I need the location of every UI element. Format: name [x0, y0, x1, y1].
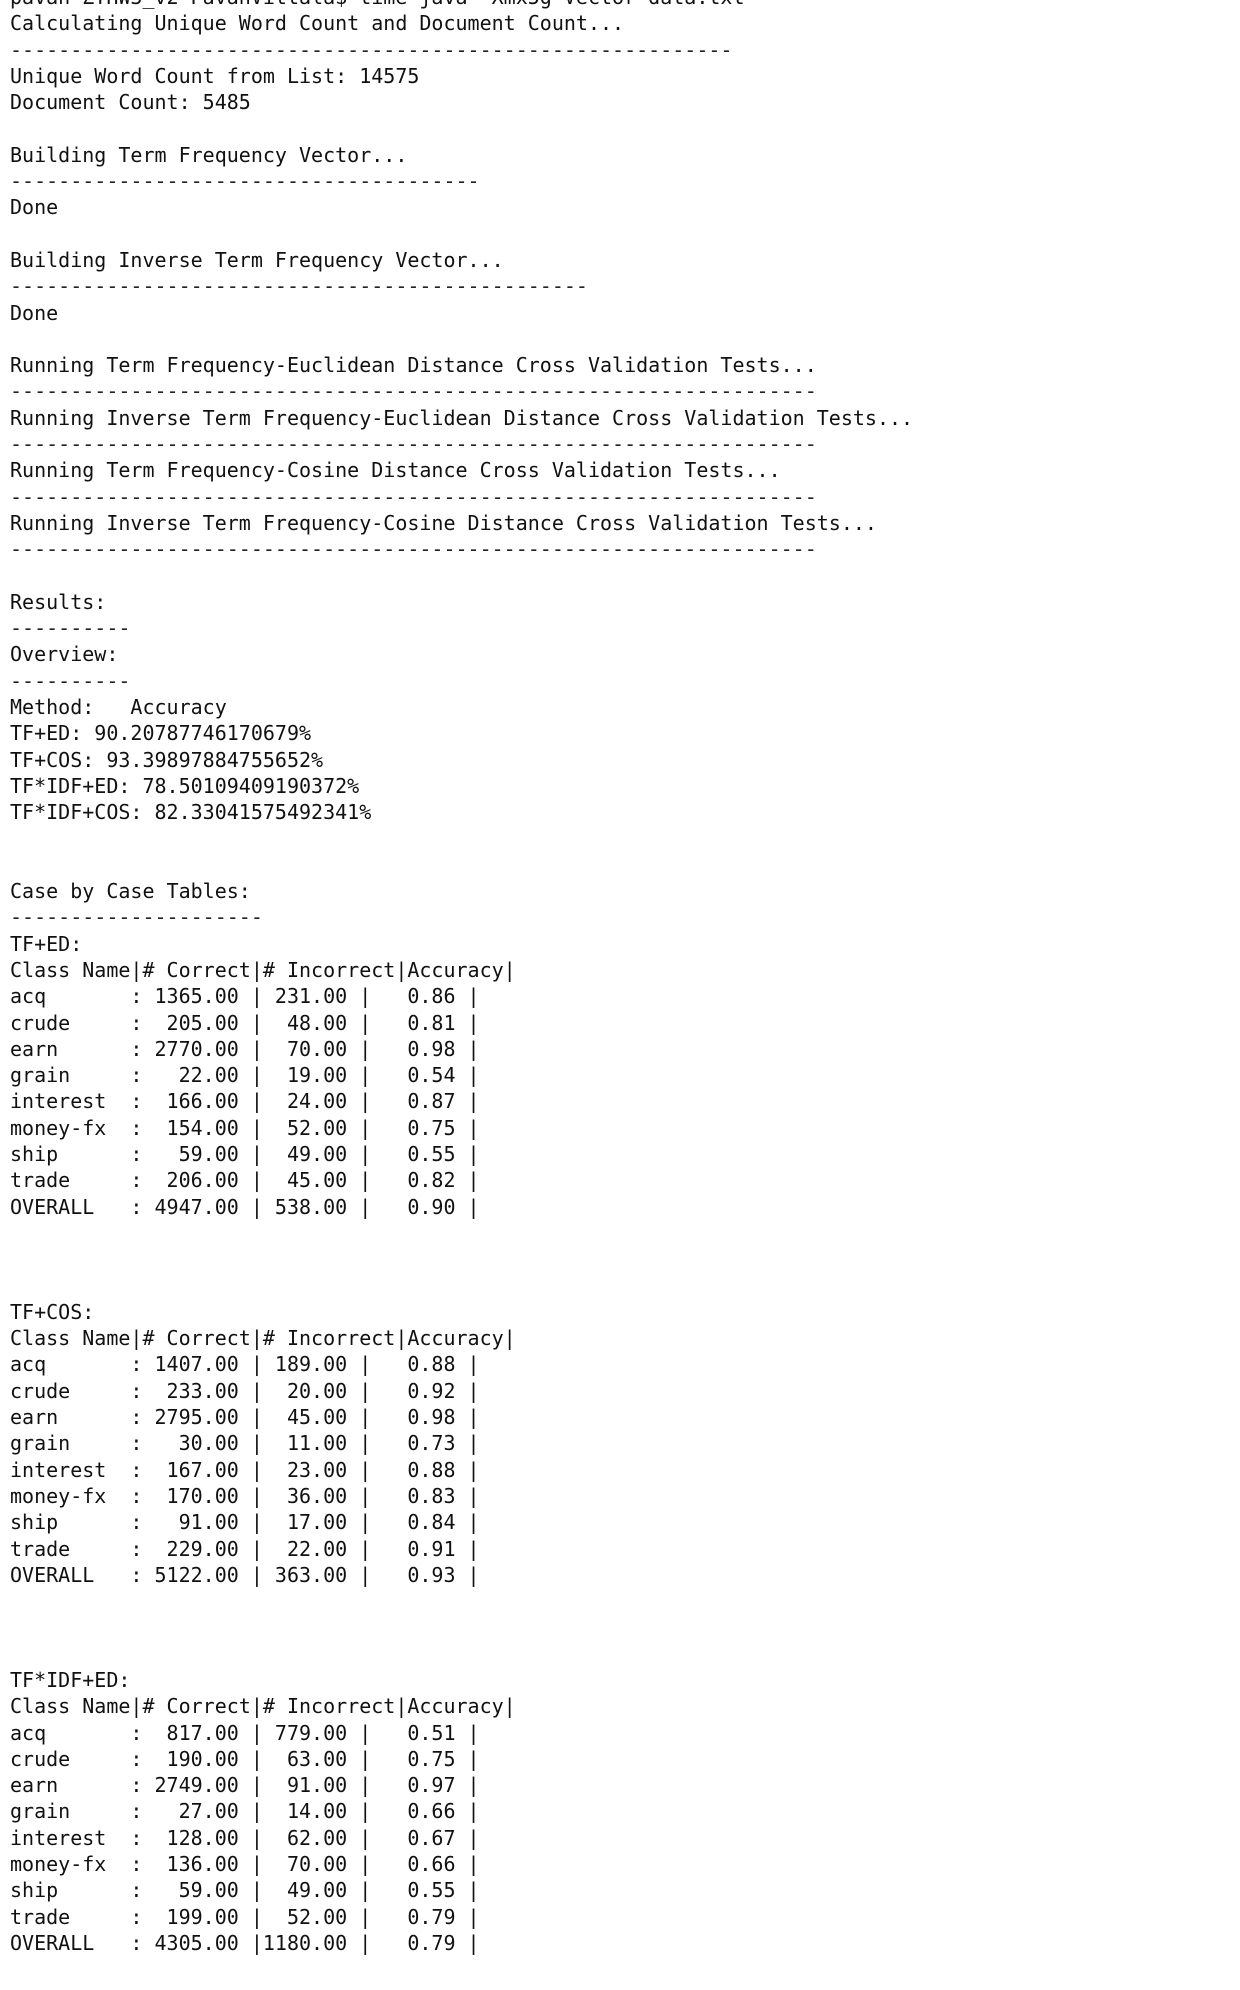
table-row: grain : 30.00 | 11.00 | 0.73 |: [10, 1431, 480, 1456]
output-line: TF*IDF+ED: 78.50109409190372%: [10, 773, 360, 798]
output-line: Running Term Frequency-Cosine Distance C…: [10, 458, 781, 483]
separator-line: ---------------------: [10, 905, 263, 930]
output-line: Method: Accuracy: [10, 695, 227, 720]
command-prompt-line: pavan-ZYHW3_v2 PavanVittala$ time java -…: [10, 0, 913, 10]
table-row: money-fx : 154.00 | 52.00 | 0.75 |: [10, 1115, 480, 1140]
table-row: Class Name|# Correct|# Incorrect|Accurac…: [10, 1694, 516, 1719]
output-line: TF*IDF+ED:: [10, 1668, 131, 1692]
separator-line: ----------------------------------------…: [10, 37, 733, 62]
output-line: Running Inverse Term Frequency-Cosine Di…: [10, 510, 877, 535]
output-line: Unique Word Count from List: 14575: [10, 63, 420, 88]
output-line: Done: [10, 195, 59, 220]
separator-line: ----------------------------------------…: [10, 484, 817, 509]
table-row: Class Name|# Correct|# Incorrect|Accurac…: [10, 1326, 516, 1351]
separator-line: ----------------------------------------…: [10, 432, 817, 457]
separator-line: ---------------------------------------: [10, 169, 480, 194]
terminal-output: pavan-ZYHW3_v2 PavanVittala$ time java -…: [10, 0, 913, 1956]
terminal-window[interactable]: pavan-ZYHW3_v2 PavanVittala$ time java -…: [0, 0, 1240, 1990]
table-row: earn : 2770.00 | 70.00 | 0.98 |: [10, 1036, 480, 1061]
table-row: money-fx : 170.00 | 36.00 | 0.83 |: [10, 1483, 480, 1508]
table-row: acq : 1407.00 | 189.00 | 0.88 |: [10, 1352, 480, 1377]
output-line: Document Count: 5485: [10, 90, 251, 115]
separator-line: ----------: [10, 668, 131, 693]
table-row: OVERALL : 5122.00 | 363.00 | 0.93 |: [10, 1562, 480, 1587]
output-line: Results:: [10, 589, 107, 614]
table-row: ship : 91.00 | 17.00 | 0.84 |: [10, 1510, 480, 1535]
table-row: crude : 205.00 | 48.00 | 0.81 |: [10, 1010, 480, 1035]
output-line: Calculating Unique Word Count and Docume…: [10, 11, 625, 36]
table-row: ship : 59.00 | 49.00 | 0.55 |: [10, 1142, 480, 1167]
table-row: ship : 59.00 | 49.00 | 0.55 |: [10, 1878, 480, 1903]
table-row: trade : 206.00 | 45.00 | 0.82 |: [10, 1168, 480, 1193]
separator-line: ----------: [10, 616, 131, 641]
separator-line: ----------------------------------------…: [10, 537, 817, 562]
output-line: Overview:: [10, 642, 119, 667]
table-row: OVERALL : 4305.00 |1180.00 | 0.79 |: [10, 1930, 480, 1955]
separator-line: ----------------------------------------…: [10, 274, 588, 299]
output-line: TF+ED:: [10, 931, 83, 956]
table-row: OVERALL : 4947.00 | 538.00 | 0.90 |: [10, 1194, 480, 1219]
output-line: Building Inverse Term Frequency Vector..…: [10, 247, 504, 272]
table-row: interest : 128.00 | 62.00 | 0.67 |: [10, 1825, 480, 1850]
output-line: TF+ED: 90.20787746170679%: [10, 721, 312, 746]
table-row: money-fx : 136.00 | 70.00 | 0.66 |: [10, 1852, 480, 1877]
output-line: TF*IDF+COS: 82.33041575492341%: [10, 800, 372, 825]
separator-line: ----------------------------------------…: [10, 379, 817, 404]
output-line: TF+COS:: [10, 1299, 95, 1324]
table-row: earn : 2749.00 | 91.00 | 0.97 |: [10, 1773, 480, 1798]
table-row: acq : 817.00 | 779.00 | 0.51 |: [10, 1720, 480, 1745]
table-row: trade : 229.00 | 22.00 | 0.91 |: [10, 1536, 480, 1561]
table-row: earn : 2795.00 | 45.00 | 0.98 |: [10, 1405, 480, 1430]
table-row: Class Name|# Correct|# Incorrect|Accurac…: [10, 957, 516, 982]
output-line: TF+COS: 93.39897884755652%: [10, 747, 324, 772]
table-row: crude : 233.00 | 20.00 | 0.92 |: [10, 1378, 480, 1403]
output-line: Running Inverse Term Frequency-Euclidean…: [10, 405, 914, 430]
table-row: interest : 166.00 | 24.00 | 0.87 |: [10, 1089, 480, 1114]
table-row: crude : 190.00 | 63.00 | 0.75 |: [10, 1746, 480, 1771]
output-line: Building Term Frequency Vector...: [10, 142, 408, 167]
table-row: acq : 1365.00 | 231.00 | 0.86 |: [10, 984, 480, 1009]
table-row: trade : 199.00 | 52.00 | 0.79 |: [10, 1904, 480, 1929]
table-row: grain : 27.00 | 14.00 | 0.66 |: [10, 1799, 480, 1824]
table-row: interest : 167.00 | 23.00 | 0.88 |: [10, 1457, 480, 1482]
output-line: Running Term Frequency-Euclidean Distanc…: [10, 353, 817, 378]
output-line: Done: [10, 300, 59, 325]
output-line: Case by Case Tables:: [10, 879, 251, 904]
table-row: grain : 22.00 | 19.00 | 0.54 |: [10, 1063, 480, 1088]
